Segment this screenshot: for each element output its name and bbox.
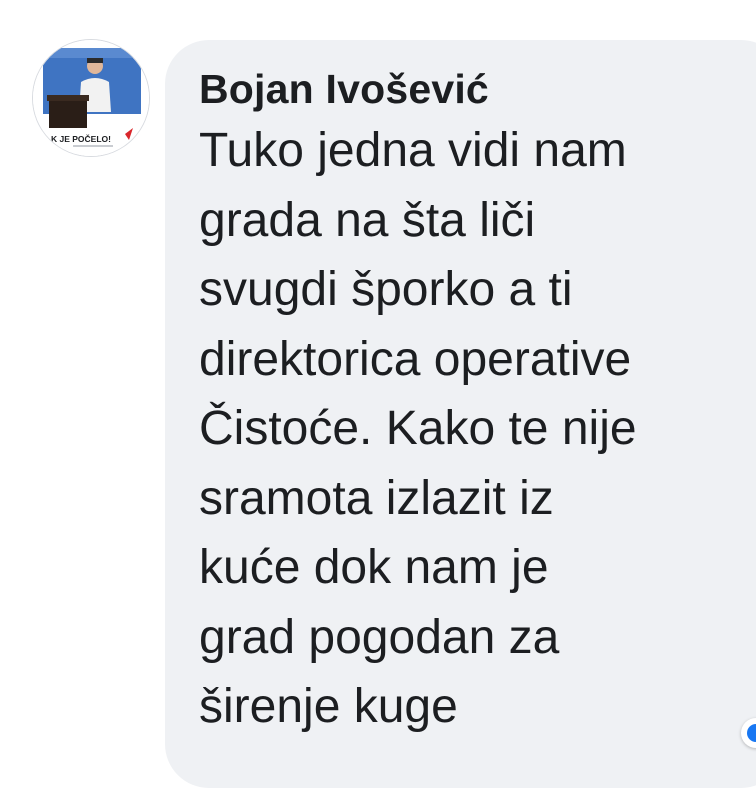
comment-text-line: grada na šta liči — [199, 193, 536, 247]
profile-photo-icon: K JE POČELO! — [33, 40, 149, 156]
avatar-banner-text: K JE POČELO! — [51, 133, 111, 144]
comment-bubble: Bojan Ivošević Tuko jedna vidi nam grada… — [165, 40, 756, 788]
comment-text-line: kuće dok nam je — [199, 541, 549, 594]
comment-text-line: grad pogodan za — [199, 610, 560, 664]
comment-text-line: širenje kuge — [199, 680, 458, 733]
comment-text: Tuko jedna vidi nam grada na šta liči sv… — [199, 116, 756, 742]
like-reaction-dot — [747, 724, 756, 742]
avatar[interactable]: K JE POČELO! — [33, 40, 149, 156]
comment-author-name[interactable]: Bojan Ivošević — [199, 66, 756, 112]
comment-text-line: Čistoće. Kako te nije — [199, 402, 637, 455]
comment-text-line: sramota izlazit iz — [199, 471, 554, 525]
comment-text-line: svugdi šporko a ti — [199, 263, 573, 316]
comment-text-line: Tuko jedna vidi nam — [199, 124, 627, 177]
comment-text-line: direktorica operative — [199, 332, 632, 386]
